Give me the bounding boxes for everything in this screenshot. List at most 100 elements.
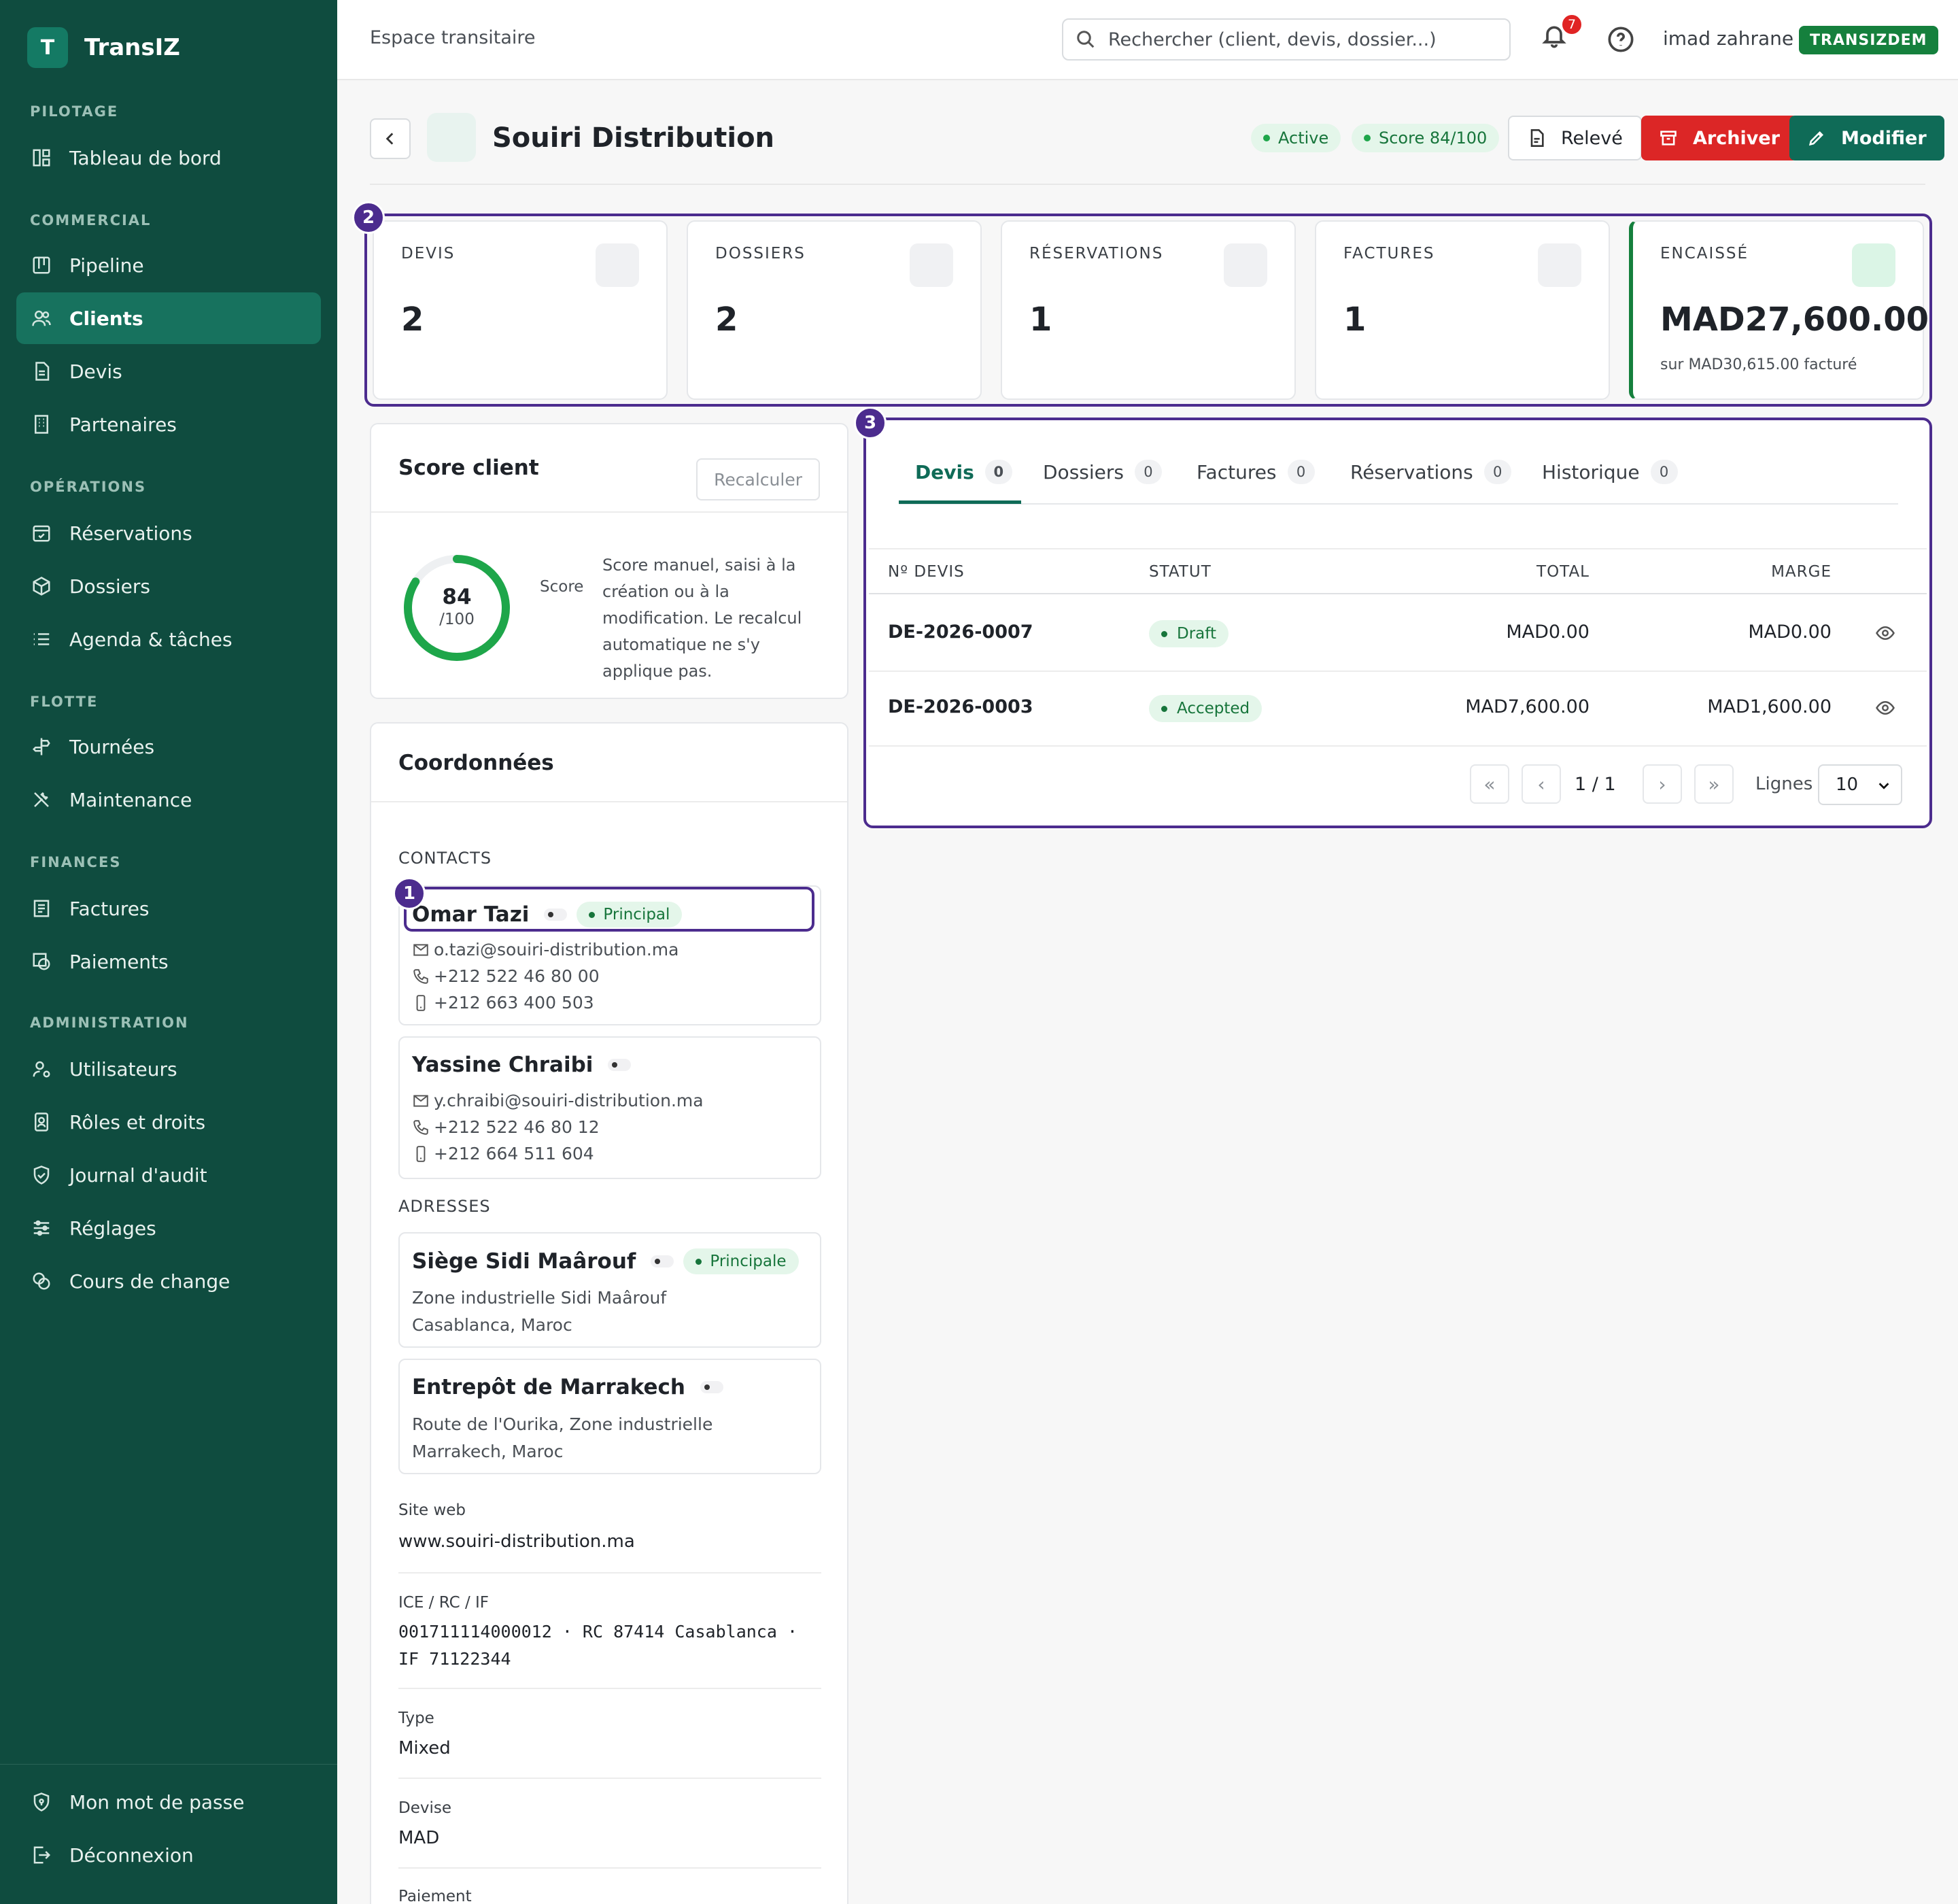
stat-label: FACTURES [1343, 245, 1435, 262]
sidebar-item-password[interactable]: Mon mot de passe [16, 1776, 321, 1828]
first-page-button[interactable]: « [1470, 764, 1509, 804]
stat-dossiers-icon [910, 243, 953, 287]
sidebar-item-audit[interactable]: Journal d'audit [16, 1149, 321, 1201]
contact-card[interactable]: Yassine Chraibi y.chraibi@souiri-distrib… [398, 1036, 821, 1179]
nav-section-operations: OPÉRATIONS [30, 479, 147, 495]
score-dot [1364, 135, 1371, 141]
edit-label: Modifier [1841, 127, 1927, 149]
archive-button[interactable]: Archiver [1641, 116, 1798, 160]
help-button[interactable] [1607, 26, 1634, 53]
recalculate-button[interactable]: Recalculer [696, 458, 820, 500]
brand-name: TransIZ [84, 34, 180, 61]
address-line: Route de l'Ourika, Zone industrielle [412, 1414, 713, 1434]
sidebar-item-paiements[interactable]: Paiements [16, 936, 321, 987]
sidebar-item-change[interactable]: Cours de change [16, 1255, 321, 1307]
nav-section-administration: ADMINISTRATION [30, 1015, 189, 1031]
stat-card-dossiers[interactable]: DOSSIERS 2 [687, 220, 982, 400]
tab-reservations[interactable]: Réservations 0 [1350, 460, 1511, 484]
sidebar-item-clients[interactable]: Clients [16, 292, 321, 344]
sidebar-item-label: Clients [69, 307, 143, 330]
address-line: Marrakech, Maroc [412, 1442, 564, 1461]
tab-label: Historique [1542, 460, 1640, 483]
contact-email[interactable]: y.chraibi@souiri-distribution.ma [412, 1091, 704, 1110]
quote-total: MAD0.00 [1506, 622, 1590, 643]
tab-label: Réservations [1350, 460, 1473, 483]
eye-icon [1876, 626, 1895, 641]
tab-dossiers[interactable]: Dossiers 0 [1043, 460, 1162, 484]
sidebar-item-tournees[interactable]: Tournées [16, 721, 321, 772]
sidebar-item-reglages[interactable]: Réglages [16, 1202, 321, 1254]
stat-value: 1 [1343, 301, 1367, 339]
sidebar-item-reservations[interactable]: Réservations [16, 507, 321, 559]
sidebar-item-partenaires[interactable]: Partenaires [16, 398, 321, 450]
rows-per-page-select[interactable]: 10 [1818, 764, 1902, 805]
column-header-status[interactable]: STATUT [1149, 563, 1212, 581]
sidebar-item-factures[interactable]: Factures [16, 883, 321, 934]
tenant-badge[interactable]: TRANSIZDEM [1799, 26, 1938, 54]
stat-card-reservations[interactable]: RÉSERVATIONS 1 [1001, 220, 1296, 400]
status-badge: Active [1251, 124, 1341, 152]
column-header-margin[interactable]: MARGE [1628, 563, 1832, 581]
search-input[interactable] [1108, 29, 1489, 50]
stat-card-factures[interactable]: FACTURES 1 [1315, 220, 1610, 400]
contact-email[interactable]: o.tazi@souiri-distribution.ma [412, 940, 679, 959]
contact-mobile[interactable]: +212 664 511 604 [412, 1144, 594, 1163]
sidebar-item-devis[interactable]: Devis [16, 345, 321, 397]
tab-label: Devis [915, 460, 974, 483]
column-header-total[interactable]: TOTAL [1386, 563, 1590, 581]
sidebar-item-roles[interactable]: Rôles et droits [16, 1096, 321, 1148]
sidebar-item-agenda[interactable]: Agenda & tâches [16, 613, 321, 665]
sidebar-item-logout[interactable]: Déconnexion [16, 1829, 321, 1881]
tab-factures[interactable]: Factures 0 [1197, 460, 1315, 484]
tabs-divider [899, 503, 1898, 505]
address-card[interactable]: Entrepôt de Marrakech Route de l'Ourika,… [398, 1359, 821, 1474]
stat-card-devis[interactable]: DEVIS 2 [373, 220, 668, 400]
last-page-button[interactable]: » [1694, 764, 1734, 804]
stat-label: DEVIS [401, 245, 456, 262]
stat-label: ENCAISSÉ [1660, 245, 1749, 262]
view-button[interactable] [1875, 698, 1895, 718]
stat-card-encaisse[interactable]: ENCAISSÉ MAD27,600.00 sur MAD30,615.00 f… [1629, 220, 1929, 400]
sidebar-item-utilisateurs[interactable]: Utilisateurs [16, 1043, 321, 1095]
global-search[interactable] [1062, 18, 1511, 61]
contact-mobile-text: +212 664 511 604 [434, 1144, 594, 1163]
sidebar-item-maintenance[interactable]: Maintenance [16, 774, 321, 826]
sidebar-item-label: Factures [69, 897, 150, 920]
back-button[interactable] [370, 118, 411, 159]
sidebar-item-label: Pipeline [69, 254, 144, 277]
stat-value: 1 [1029, 301, 1052, 339]
stat-devis-icon [596, 243, 639, 287]
sidebar-item-dossiers[interactable]: Dossiers [16, 560, 321, 612]
edit-button[interactable]: Modifier [1789, 116, 1944, 160]
document-icon [31, 361, 52, 381]
contact-mobile-text: +212 663 400 503 [434, 993, 594, 1013]
contact-phone-text: +212 522 46 80 00 [434, 966, 600, 986]
mobile-icon [416, 994, 426, 1011]
contact-mobile[interactable]: +212 663 400 503 [412, 993, 594, 1013]
contact-phone[interactable]: +212 522 46 80 00 [412, 966, 600, 986]
sidebar-item-dashboard[interactable]: Tableau de bord [16, 132, 321, 184]
contact-phone[interactable]: +212 522 46 80 12 [412, 1117, 600, 1137]
pencil-icon [1808, 131, 1823, 146]
brand[interactable]: T TransIZ [27, 27, 180, 68]
notifications-button[interactable]: 7 [1541, 14, 1583, 56]
sidebar-item-label: Maintenance [69, 788, 192, 811]
field-divider [398, 1688, 821, 1689]
field-divider [398, 1867, 821, 1869]
sidebar-item-label: Rôles et droits [69, 1110, 206, 1134]
tab-historique[interactable]: Historique 0 [1542, 460, 1678, 484]
score-badge-label: Score 84/100 [1379, 129, 1488, 148]
quote-id[interactable]: DE-2026-0003 [888, 696, 1033, 717]
address-card[interactable]: Siège Sidi Maârouf Principale Zone indus… [398, 1232, 821, 1348]
sidebar-item-pipeline[interactable]: Pipeline [16, 239, 321, 291]
column-header-id[interactable]: Nº DEVIS [888, 563, 965, 581]
stat-reservations-icon [1224, 243, 1267, 287]
releve-button[interactable]: Relevé [1508, 116, 1642, 160]
quote-id[interactable]: DE-2026-0007 [888, 622, 1033, 643]
next-page-button[interactable]: › [1643, 764, 1682, 804]
user-menu[interactable]: imad zahrane [1663, 27, 1793, 50]
prev-page-button[interactable]: ‹ [1522, 764, 1561, 804]
website-value[interactable]: www.souiri-distribution.ma [398, 1531, 635, 1552]
tab-devis[interactable]: Devis 0 [915, 460, 1012, 484]
view-button[interactable] [1875, 623, 1895, 643]
